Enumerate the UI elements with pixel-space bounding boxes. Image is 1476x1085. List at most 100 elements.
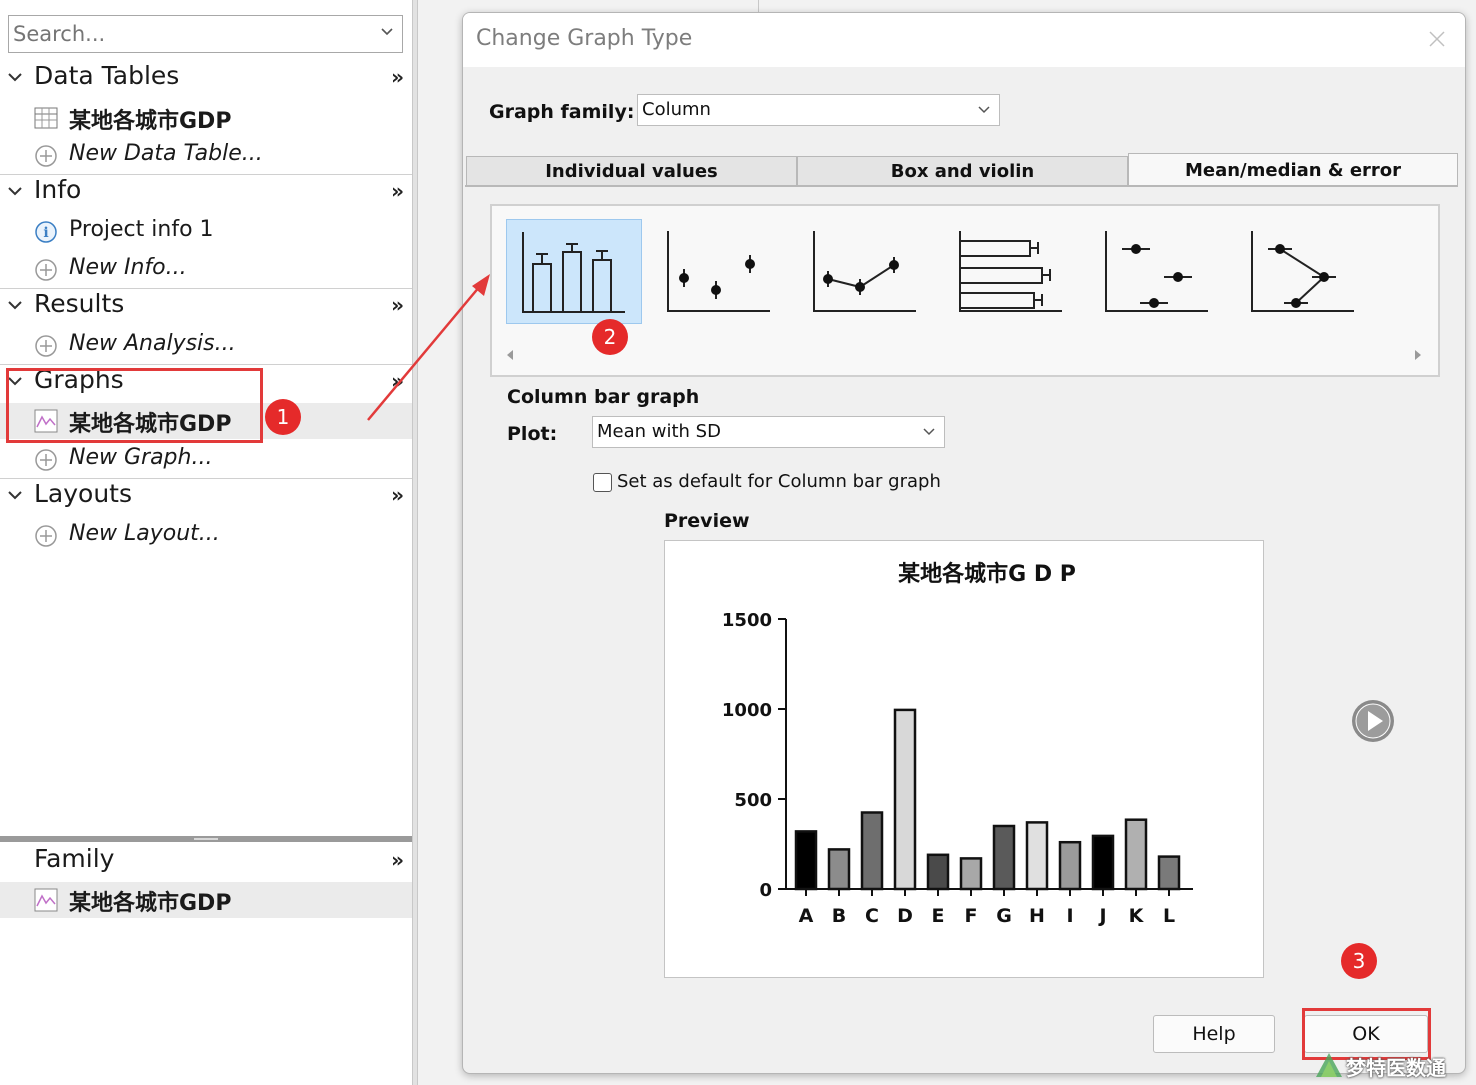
item-label: 某地各城市GDP (69, 891, 232, 916)
more-icon[interactable]: » (391, 65, 404, 89)
section-results[interactable]: Results » (0, 288, 412, 324)
list-item-data-table[interactable]: 某地各城市GDP (0, 100, 412, 136)
watermark-text: 梦特医数通 (1346, 1056, 1446, 1080)
set-default-checkbox[interactable] (593, 473, 612, 492)
chevron-down-icon[interactable] (8, 490, 22, 500)
graph-type-mean-points[interactable] (652, 219, 788, 324)
chart-bars (794, 708, 1181, 891)
chart-bar (959, 857, 983, 891)
plot-value: Mean with SD (597, 421, 721, 442)
chart-bar (1091, 834, 1115, 891)
change-graph-type-dialog: Change Graph Type Graph family: Column I… (462, 12, 1466, 1074)
section-data-tables[interactable]: Data Tables » (0, 60, 412, 96)
splitter-grip (194, 838, 218, 840)
x-tick-label: E (932, 905, 945, 927)
item-label: New Data Table... (69, 141, 263, 166)
chevron-down-icon[interactable] (8, 186, 22, 196)
graph-family-select[interactable]: Column (637, 94, 1000, 126)
more-icon[interactable]: » (391, 179, 404, 203)
chart-bar (893, 708, 917, 891)
graph-type-horizontal-bar[interactable] (944, 219, 1080, 324)
chevron-down-icon[interactable] (977, 104, 991, 116)
x-tick-label: F (965, 905, 978, 927)
selected-type-label: Column bar graph (507, 386, 700, 408)
preview-box: 某地各城市G D P 0 500 1000 1500 ABCDEFGHI J KL (664, 540, 1264, 978)
new-layout-item[interactable]: New Layout... (0, 518, 412, 554)
new-data-table-item[interactable]: New Data Table... (0, 138, 412, 174)
more-icon[interactable]: » (391, 483, 404, 507)
graph-type-horizontal-points[interactable] (1090, 219, 1226, 324)
svg-text:i: i (43, 225, 48, 241)
family-label: Family (34, 844, 115, 873)
scroll-left-icon[interactable] (504, 348, 516, 362)
chart-title: 某地各城市G D P (898, 561, 1076, 587)
graph-type-gallery (490, 204, 1440, 377)
x-tick-label: C (865, 905, 879, 927)
graph-family-value: Column (642, 99, 711, 120)
scroll-right-icon[interactable] (1412, 348, 1424, 362)
chart-bar (1157, 855, 1181, 891)
chart-bar (926, 853, 950, 891)
chart-bar (1025, 821, 1049, 891)
graph-family-label: Graph family: (489, 101, 635, 123)
x-tick-label: K (1129, 905, 1145, 927)
x-tick-label: H (1029, 905, 1045, 927)
item-label: 某地各城市GDP (69, 109, 232, 134)
x-tick-label: B (832, 905, 846, 927)
chevron-down-icon[interactable] (380, 25, 394, 39)
plus-circle-icon (35, 145, 57, 167)
dialog-titlebar: Change Graph Type (463, 13, 1465, 67)
plus-circle-icon (35, 259, 57, 281)
item-label: New Layout... (69, 521, 220, 546)
x-tick-label: J (1097, 905, 1106, 927)
search-input[interactable] (9, 16, 369, 52)
graph-type-column-bar[interactable] (506, 219, 642, 324)
item-label: Project info 1 (69, 217, 214, 242)
panel-splitter[interactable] (0, 836, 412, 842)
chart-labels: ABCDEFGHI J KL (799, 905, 1175, 927)
x-tick-label: D (897, 905, 913, 927)
family-item[interactable]: 某地各城市GDP (0, 882, 412, 918)
line-mean-error-icon (813, 231, 916, 312)
plot-select[interactable]: Mean with SD (592, 416, 945, 448)
graph-type-mean-connected[interactable] (798, 219, 934, 324)
tab-individual-values[interactable]: Individual values (466, 156, 797, 186)
close-icon[interactable] (1427, 29, 1447, 49)
info-icon: i (35, 221, 57, 243)
chart-bar (860, 811, 884, 891)
tab-box-and-violin[interactable]: Box and violin (797, 156, 1128, 186)
help-button[interactable]: Help (1153, 1015, 1275, 1053)
watermark-logo-icon (1316, 1053, 1342, 1077)
preview-bar-chart: 某地各城市G D P 0 500 1000 1500 ABCDEFGHI J KL (722, 561, 1193, 927)
chart-axes: 0 500 1000 1500 (722, 610, 1193, 901)
item-label: New Graph... (69, 445, 213, 470)
new-analysis-item[interactable]: New Analysis... (0, 328, 412, 364)
annotation-badge-1: 1 (265, 399, 301, 435)
new-graph-item[interactable]: New Graph... (0, 442, 412, 478)
annotation-badge-2: 2 (592, 319, 628, 355)
tab-mean-median-error[interactable]: Mean/median & error (1128, 153, 1458, 187)
new-info-item[interactable]: New Info... (0, 252, 412, 288)
horizontal-bar-graph-icon (959, 231, 1062, 312)
search-box[interactable] (8, 15, 403, 53)
column-bar-graph-icon (522, 232, 625, 313)
section-layouts[interactable]: Layouts » (0, 478, 412, 514)
chart-bar (1058, 840, 1082, 891)
table-icon (34, 107, 58, 129)
chevron-down-icon[interactable] (8, 300, 22, 310)
tab-panel-border (465, 185, 1457, 187)
y-tick-label: 1500 (722, 610, 772, 631)
plus-circle-icon (35, 335, 57, 357)
navigator-panel: Data Tables » 某地各城市GDP New Data Table...… (0, 0, 412, 1085)
watermark: 梦特医数通 (1312, 1048, 1476, 1085)
graph-type-horizontal-connected[interactable] (1236, 219, 1372, 324)
graph-icon (34, 888, 58, 912)
more-icon[interactable]: » (391, 848, 404, 872)
chevron-down-icon[interactable] (922, 426, 936, 438)
section-info[interactable]: Info » (0, 174, 412, 210)
chart-bar (992, 824, 1016, 891)
play-icon[interactable] (1351, 699, 1395, 743)
list-item-project-info[interactable]: i Project info 1 (0, 214, 412, 250)
annotation-arrow-icon (367, 274, 490, 421)
chevron-down-icon[interactable] (8, 72, 22, 82)
